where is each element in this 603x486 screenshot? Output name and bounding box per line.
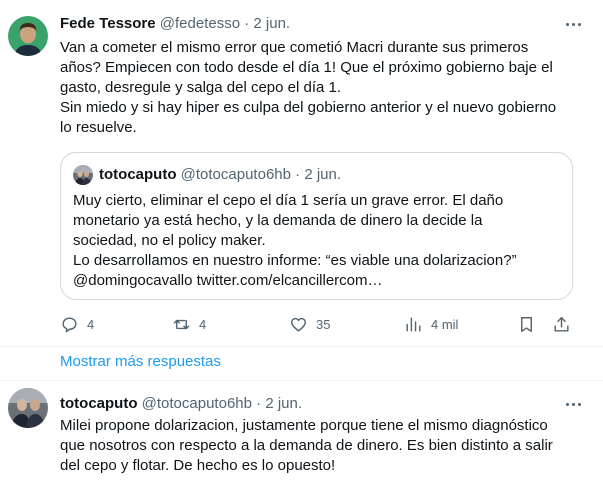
display-name[interactable]: totocaputo (60, 395, 137, 412)
more-icon[interactable] (563, 394, 583, 414)
tweet-text-line: del cepo y flotar. De hecho es lo opuest… (60, 457, 336, 474)
retweet-button[interactable]: 4 (172, 312, 206, 336)
quoted-tweet-card[interactable]: totocaputo @totocaputo6hb · 2 jun. Muy c… (60, 152, 573, 300)
more-icon[interactable] (563, 14, 583, 34)
tweet-header: Fede Tessore @fedetesso · 2 jun. (60, 14, 290, 34)
views-button[interactable]: 4 mil (404, 312, 458, 336)
tweet-text-line: lo resuelve. (60, 119, 137, 136)
quoted-text-line: @domingocavallo twitter.com/elcancillerc… (73, 272, 383, 289)
share-button[interactable] (552, 312, 571, 336)
tweet-text-line: gasto, desregule y salga del cepo el día… (60, 79, 342, 96)
quoted-tweet-text: Muy cierto, eliminar el cepo el día 1 se… (73, 191, 563, 291)
quoted-tweet-date: 2 jun. (304, 166, 342, 183)
bookmark-icon (521, 316, 532, 332)
share-icon (554, 316, 569, 332)
tweet-totocaputo[interactable]: totocaputo @totocaputo6hb · 2 jun. Milei… (0, 380, 603, 486)
retweet-icon (173, 319, 190, 329)
tweet-date[interactable]: 2 jun. (265, 395, 302, 412)
tweet-text-line: Milei propone dolarizacion, justamente p… (60, 417, 548, 434)
handle[interactable]: @totocaputo6hb (142, 395, 252, 412)
quoted-text-line: Muy cierto, eliminar el cepo el día 1 se… (73, 192, 504, 209)
quoted-text-line: sociedad, no el policy maker. (73, 232, 266, 249)
separator: · (295, 166, 301, 183)
quoted-tweet-header: totocaputo @totocaputo6hb · 2 jun. (99, 165, 341, 185)
like-count: 35 (316, 316, 331, 332)
quoted-text-line: Lo desarrollamos en nuestro informe: “es… (73, 252, 517, 269)
tweet-header: totocaputo @totocaputo6hb · 2 jun. (60, 394, 302, 414)
views-icon (406, 316, 421, 332)
tweet-fede-tessore[interactable]: Fede Tessore @fedetesso · 2 jun. Van a c… (0, 0, 603, 346)
retweet-count: 4 (199, 316, 207, 332)
quoted-display-name: totocaputo (99, 166, 177, 183)
handle[interactable]: @fedetesso (160, 15, 240, 32)
quoted-text-line: monetario ya está hecho, y la demanda de… (73, 212, 483, 229)
like-button[interactable]: 35 (289, 312, 330, 336)
tweet-text: Milei propone dolarizacion, justamente p… (60, 416, 560, 476)
tweet-text: Van a cometer el mismo error que cometió… (60, 38, 560, 138)
reply-button[interactable]: 4 (60, 312, 94, 336)
tweet-text-line: Sin miedo y si hay hiper es culpa del go… (60, 99, 557, 116)
divider (0, 346, 603, 347)
tweet-text-line: años? Empiecen con todo desde el día 1! … (60, 59, 553, 76)
separator: · (256, 395, 262, 412)
separator: · (244, 15, 250, 32)
views-count: 4 mil (431, 316, 459, 332)
show-more-replies-link[interactable]: Mostrar más respuestas (60, 352, 221, 372)
avatar-totocaputo-small (73, 165, 93, 185)
tweet-text-line: Van a cometer el mismo error que cometió… (60, 39, 529, 56)
quoted-handle: @totocaputo6hb (180, 166, 291, 183)
bookmark-button[interactable] (517, 312, 536, 336)
display-name[interactable]: Fede Tessore (60, 15, 156, 32)
reply-icon (62, 316, 77, 332)
tweet-text-line: que nosotros con respecto a la demanda d… (60, 437, 553, 454)
avatar-totocaputo[interactable] (8, 388, 48, 428)
tweet-date[interactable]: 2 jun. (253, 15, 290, 32)
tweet-actions: 4 4 35 4 mil (50, 312, 580, 336)
avatar-fede-tessore[interactable] (8, 16, 48, 56)
like-icon (291, 317, 306, 332)
reply-count: 4 (87, 316, 95, 332)
